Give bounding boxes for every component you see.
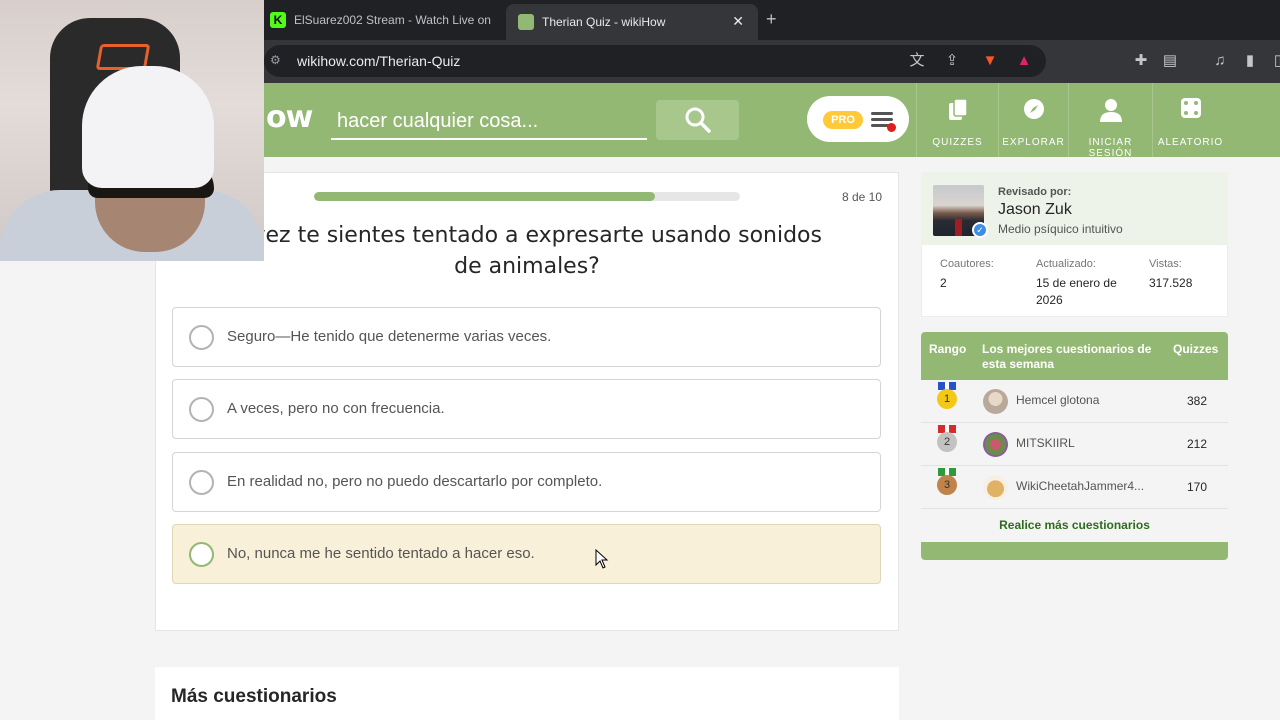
hamburger-icon xyxy=(871,112,896,132)
site-settings-icon[interactable]: ⚙ xyxy=(270,53,281,67)
nav-label: ALEATORIO xyxy=(1157,137,1224,148)
quiz-progress-bar xyxy=(314,192,740,201)
answer-option[interactable]: A veces, pero no con frecuencia. xyxy=(172,379,881,439)
search-button[interactable] xyxy=(656,100,739,140)
quiz-progress-fill xyxy=(314,192,655,201)
nav-iniciar-sesion[interactable]: INICIAR SESIÓN xyxy=(1068,83,1152,159)
nav-explorar[interactable]: EXPLORAR xyxy=(998,83,1068,157)
leaderboard: Rango Los mejores cuestionarios de esta … xyxy=(921,332,1228,560)
leaderboard-row[interactable]: 1 Hemcel glotona 382 xyxy=(921,380,1228,423)
avatar-tie xyxy=(955,219,962,236)
question-text: a vez te sientes tentado a expresarte us… xyxy=(170,220,884,282)
quizzes-icon xyxy=(948,98,968,120)
count-header: Quizzes xyxy=(1173,342,1219,356)
wikihow-favicon-icon xyxy=(518,14,534,30)
menu-icon[interactable]: ▯ xyxy=(1268,51,1280,71)
answer-option-hovered[interactable]: No, nunca me he sentido tentado a hacer … xyxy=(172,524,881,584)
translate-icon[interactable]: 文 xyxy=(907,51,927,71)
leaderboard-footer xyxy=(921,542,1228,560)
title-header: Los mejores cuestionarios de esta semana xyxy=(982,342,1162,372)
share-icon[interactable]: ⇪ xyxy=(942,51,962,71)
tab-therian-quiz[interactable]: Therian Quiz - wikiHow ✕ xyxy=(506,4,758,40)
pro-menu-button[interactable]: PRO xyxy=(807,96,909,142)
answer-option[interactable]: Seguro—He tenido que detenerme varias ve… xyxy=(172,307,881,367)
updated-value-line: 15 de enero de xyxy=(1036,276,1117,290)
views-label: Vistas: xyxy=(1149,258,1182,270)
silver-medal-icon: 2 xyxy=(937,432,957,452)
brave-shield-icon[interactable]: ▼ xyxy=(980,51,1000,71)
user-name[interactable]: Hemcel glotona xyxy=(1016,393,1099,407)
sidebar-icon[interactable]: ▮ xyxy=(1240,51,1260,71)
answer-text: En realidad no, pero no puedo descartarl… xyxy=(227,473,603,490)
answer-option[interactable]: En realidad no, pero no puedo descartarl… xyxy=(172,452,881,512)
leaderboard-row[interactable]: 3 WikiCheetahJammer4... 170 xyxy=(921,466,1228,509)
title-header-line: Los mejores cuestionarios de xyxy=(982,342,1152,356)
leaderboard-row[interactable]: 2 MITSKIIRL 212 xyxy=(921,423,1228,466)
nav-label: QUIZZES xyxy=(932,137,983,148)
notification-dot xyxy=(887,123,896,132)
nav-label: EXPLORAR xyxy=(1002,137,1065,148)
compass-icon xyxy=(1023,99,1044,119)
question-line: a vez te sientes tentado a expresarte us… xyxy=(232,223,822,248)
extensions-icon[interactable]: ✚ xyxy=(1131,51,1151,71)
user-name[interactable]: MITSKIIRL xyxy=(1016,436,1075,450)
views-value: 317.528 xyxy=(1149,276,1193,290)
streamer-beanie xyxy=(82,66,214,188)
verified-check-icon: ✓ xyxy=(972,222,988,238)
updated-value-line: 2026 xyxy=(1036,293,1063,307)
user-avatar[interactable] xyxy=(983,432,1008,457)
question-counter: 8 de 10 xyxy=(841,190,882,204)
bronze-medal-icon: 3 xyxy=(937,475,957,495)
answer-text: No, nunca me he sentido tentado a hacer … xyxy=(227,545,535,562)
search-input[interactable] xyxy=(331,104,647,140)
kick-favicon-icon: K xyxy=(270,12,286,28)
nav-quizzes[interactable]: QUIZZES xyxy=(916,83,998,157)
screen: K ElSuarez002 Stream - Watch Live on K T… xyxy=(0,0,1280,720)
quiz-count: 212 xyxy=(1186,437,1207,451)
mouse-cursor-icon xyxy=(595,549,609,569)
nav-aleatorio[interactable]: ALEATORIO xyxy=(1152,83,1228,157)
more-quizzes-link[interactable]: Realice más cuestionarios xyxy=(921,509,1228,542)
reviewed-by-label: Revisado por: xyxy=(998,186,1072,198)
more-quizzes-title: Más cuestionarios xyxy=(171,686,337,707)
webcam-overlay xyxy=(0,0,264,261)
user-name[interactable]: WikiCheetahJammer4... xyxy=(1016,479,1144,493)
quiz-count: 170 xyxy=(1186,480,1207,494)
question-line: de animales? xyxy=(454,254,600,279)
quiz-count: 382 xyxy=(1186,394,1207,408)
new-tab-icon[interactable]: + xyxy=(766,9,777,30)
user-avatar[interactable] xyxy=(983,389,1008,414)
nav-label: INICIAR SESIÓN xyxy=(1088,137,1133,159)
reviewer-name[interactable]: Jason Zuk xyxy=(998,201,1072,219)
tab-title: ElSuarez002 Stream - Watch Live on K xyxy=(294,13,494,27)
updated-label: Actualizado: xyxy=(1036,258,1096,270)
user-avatar[interactable] xyxy=(983,475,1008,500)
tab-kick-stream[interactable]: K ElSuarez002 Stream - Watch Live on K xyxy=(264,0,506,40)
wikihow-logo[interactable]: ow xyxy=(266,100,313,135)
leaderboard-header: Rango Los mejores cuestionarios de esta … xyxy=(921,332,1228,380)
brave-rewards-icon[interactable]: ▲ xyxy=(1014,51,1034,71)
reviewer-role: Medio psíquico intuitivo xyxy=(998,222,1123,236)
pro-badge: PRO xyxy=(823,111,863,129)
radio-button[interactable] xyxy=(189,397,214,422)
updated-value: 15 de enero de 2026 xyxy=(1036,275,1117,309)
title-header-line: esta semana xyxy=(982,357,1055,371)
dice-icon xyxy=(1180,98,1201,118)
media-icon[interactable]: ♫ xyxy=(1210,51,1230,71)
rank-header: Rango xyxy=(929,342,967,356)
reader-mode-icon[interactable]: ▤ xyxy=(1160,51,1180,71)
address-url[interactable]: wikihow.com/Therian-Quiz xyxy=(297,53,460,69)
radio-button[interactable] xyxy=(189,542,214,567)
user-icon xyxy=(1099,99,1122,122)
answer-text: A veces, pero no con frecuencia. xyxy=(227,400,445,417)
gold-medal-icon: 1 xyxy=(937,389,957,409)
radio-button[interactable] xyxy=(189,470,214,495)
radio-button[interactable] xyxy=(189,325,214,350)
coauthors-value: 2 xyxy=(940,276,947,290)
coauthors-label: Coautores: xyxy=(940,258,994,270)
close-tab-icon[interactable]: ✕ xyxy=(732,13,744,30)
answer-text: Seguro—He tenido que detenerme varias ve… xyxy=(227,328,552,345)
tab-title: Therian Quiz - wikiHow xyxy=(542,15,666,29)
search-icon xyxy=(685,107,711,133)
